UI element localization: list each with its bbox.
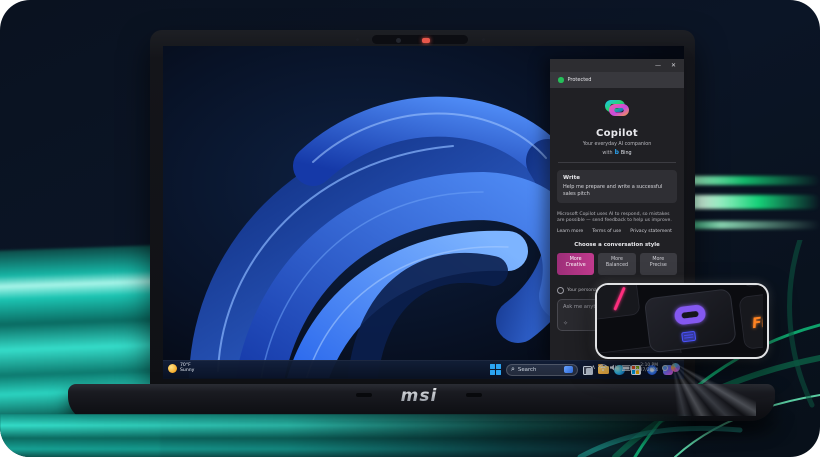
- write-card-title: Write: [563, 175, 671, 181]
- taskbar-search-box[interactable]: ⌕ Search: [506, 364, 578, 376]
- write-suggestion-card[interactable]: Write Help me prepare and write a succes…: [557, 170, 677, 203]
- wifi-icon[interactable]: [599, 364, 607, 371]
- msi-brand-logo: msi: [384, 386, 454, 406]
- style-more-creative-button[interactable]: MoreCreative: [557, 253, 594, 275]
- protected-label: Protected: [568, 77, 592, 83]
- weather-condition: Sunny: [180, 368, 194, 373]
- battery-icon[interactable]: [622, 365, 632, 371]
- marketing-banner: 70°F Sunny ⌕ Search ∧: [0, 0, 820, 457]
- hinge-right: [466, 393, 482, 397]
- copilot-tray-icon[interactable]: [671, 363, 680, 372]
- search-icon: ⌕: [511, 366, 515, 373]
- menu-key-glyph-icon: [682, 331, 696, 342]
- keyboard-keys-illustration: Fn: [597, 285, 763, 353]
- privacy-shield-icon: [557, 287, 564, 294]
- windows-taskbar: 70°F Sunny ⌕ Search ∧: [163, 360, 684, 379]
- notification-bell-icon[interactable]: [662, 365, 668, 371]
- terms-of-use-link[interactable]: Terms of use: [592, 229, 621, 234]
- learn-more-link[interactable]: Learn more: [557, 229, 583, 234]
- tray-overflow-chevron-icon[interactable]: ∧: [591, 365, 595, 371]
- tray-date: 2/27/2024: [635, 368, 658, 373]
- conversation-style-buttons: MoreCreative MoreBalanced MorePrecise: [557, 253, 677, 275]
- style-more-balanced-button[interactable]: MoreBalanced: [598, 253, 635, 275]
- with-label: with: [602, 151, 612, 156]
- minimize-button[interactable]: —: [655, 63, 661, 69]
- panel-titlebar: — ✕: [550, 59, 684, 72]
- webcam-lens-icon: [396, 38, 401, 43]
- panel-divider: [558, 162, 676, 163]
- tray-clock[interactable]: 2:10 PM 2/27/2024: [635, 363, 658, 373]
- copilot-logo-icon: [604, 95, 630, 121]
- search-highlight-icon: [564, 366, 573, 373]
- hinge-left: [356, 393, 372, 397]
- webcam-indicator-light: [422, 38, 430, 43]
- panel-links-row: Learn more Terms of use Privacy statemen…: [557, 229, 677, 234]
- sun-icon: [168, 364, 177, 373]
- style-more-precise-button[interactable]: MorePrecise: [640, 253, 677, 275]
- fn-key-label: Fn: [751, 314, 763, 332]
- volume-icon[interactable]: [610, 364, 618, 371]
- bing-label: Bing: [621, 151, 632, 156]
- taskbar-widgets-button[interactable]: 70°F Sunny: [168, 363, 194, 374]
- with-bing-row: with b Bing: [550, 150, 684, 156]
- bing-icon: b: [615, 150, 619, 156]
- protected-status-bar: Protected: [550, 72, 684, 88]
- copilot-title: Copilot: [550, 128, 684, 139]
- copilot-key-zoom-inset: Fn: [595, 283, 769, 359]
- search-placeholder: Search: [518, 367, 561, 373]
- ai-disclaimer-text: Microsoft Copilot uses AI to respond, so…: [557, 212, 677, 224]
- microphone-dot: [356, 38, 359, 41]
- microphone-dot: [482, 38, 485, 41]
- privacy-statement-link[interactable]: Privacy statement: [630, 229, 672, 234]
- teal-streak-bottom: [0, 414, 820, 457]
- protected-status-icon: [558, 77, 564, 83]
- sparkle-icon: ✧: [563, 320, 568, 327]
- webcam-module: [372, 35, 468, 44]
- conversation-style-heading: Choose a conversation style: [550, 242, 684, 248]
- copilot-hero: Copilot Your everyday AI companion with …: [550, 88, 684, 156]
- write-card-body: Help me prepare and write a successful s…: [563, 184, 671, 198]
- close-button[interactable]: ✕: [671, 63, 676, 69]
- start-button[interactable]: [489, 363, 502, 376]
- copilot-subtitle: Your everyday AI companion: [550, 142, 684, 147]
